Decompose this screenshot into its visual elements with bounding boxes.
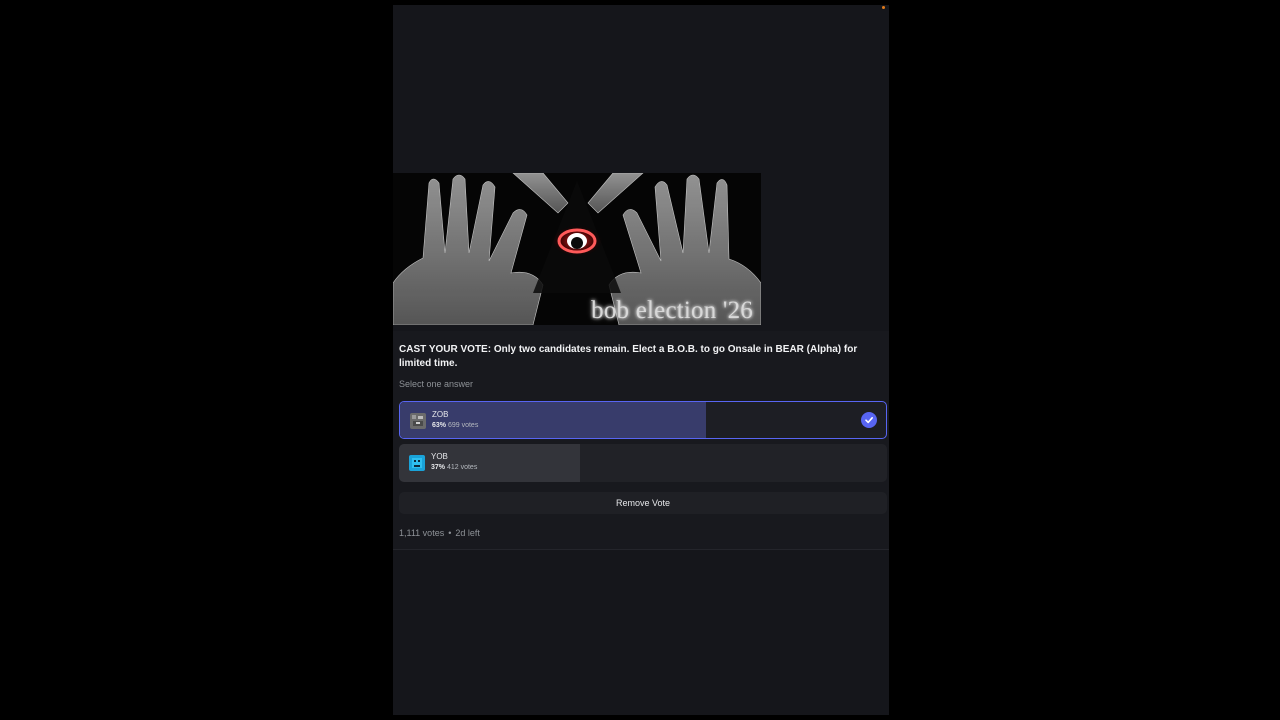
answer-progress-fill	[400, 402, 707, 438]
embed-caption: bob election '26	[591, 297, 753, 324]
poll-footer: 1,111 votes • 2d left	[399, 528, 480, 538]
poll-hint: Select one answer	[399, 379, 474, 389]
answer-votes: 699 votes	[447, 422, 479, 429]
answer-name: YOB	[431, 452, 448, 461]
answer-stats: 63% 699 votes	[432, 422, 478, 429]
total-votes: 1,111 votes	[399, 528, 445, 538]
answer-votes: 412 votes	[446, 464, 478, 471]
time-left: 2d left	[455, 528, 480, 538]
poll-answer-zob[interactable]: ZOB 63% 699 votes	[399, 401, 887, 439]
poll-embed-image[interactable]: bob election '26	[393, 173, 761, 325]
answer-percent: 37%	[431, 464, 446, 471]
poll-question: CAST YOUR VOTE: Only two candidates rema…	[399, 344, 858, 369]
poll-container: CAST YOUR VOTE: Only two candidates rema…	[393, 331, 889, 550]
answer-name: ZOB	[432, 410, 449, 419]
message-frame: bob election '26 CAST YOUR VOTE: Only tw…	[393, 5, 889, 715]
footer-separator: •	[448, 528, 452, 538]
notification-dot	[882, 6, 885, 9]
poll-answer-yob[interactable]: YOB 37% 412 votes	[399, 444, 887, 482]
checkmark-icon	[861, 412, 877, 428]
blank-area	[393, 5, 889, 173]
answer-percent: 63%	[432, 422, 447, 429]
remove-vote-button[interactable]: Remove Vote	[399, 492, 887, 514]
blue-avatar-icon	[409, 455, 425, 471]
answer-stats: 37% 412 votes	[431, 464, 477, 471]
answer-progress-fill	[399, 444, 580, 482]
pixel-avatar-icon	[410, 413, 426, 429]
